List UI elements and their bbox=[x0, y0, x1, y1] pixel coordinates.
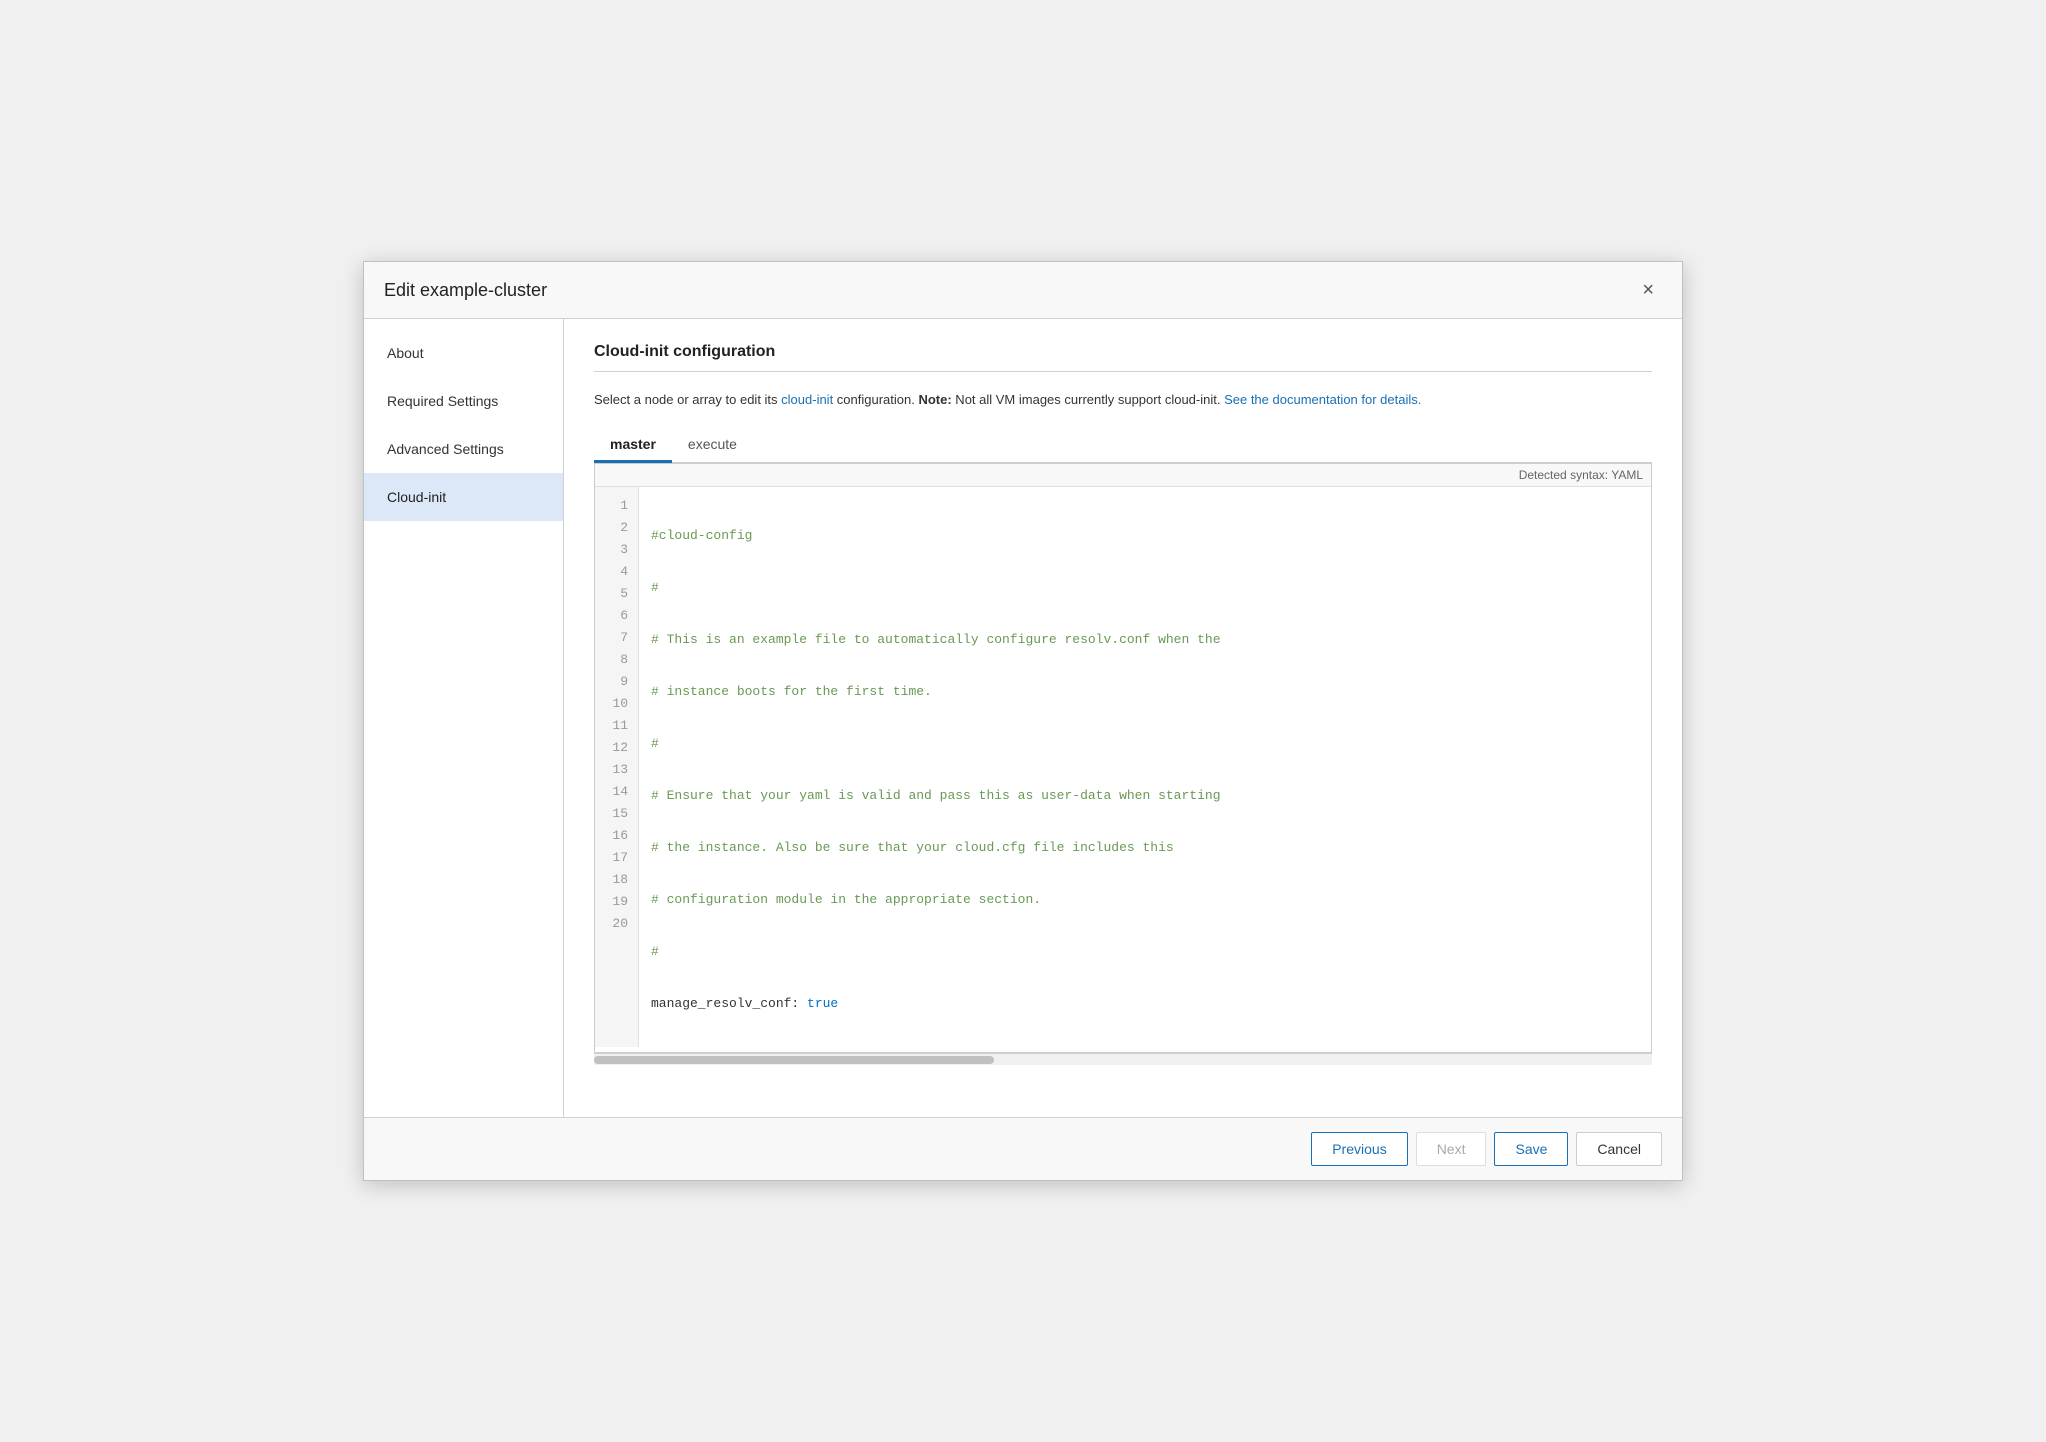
sidebar-item-advanced-settings[interactable]: Advanced Settings bbox=[364, 425, 563, 473]
cloud-init-link[interactable]: cloud-init bbox=[781, 392, 833, 407]
sidebar: About Required Settings Advanced Setting… bbox=[364, 319, 564, 1117]
section-title: Cloud-init configuration bbox=[594, 343, 1652, 361]
section-divider bbox=[594, 371, 1652, 372]
tab-execute[interactable]: execute bbox=[672, 428, 753, 463]
tabs: master execute bbox=[594, 428, 1652, 463]
code-editor[interactable]: Detected syntax: YAML 1 2 3 4 5 6 7 8 9 … bbox=[594, 463, 1652, 1053]
scrollbar-thumb[interactable] bbox=[594, 1056, 994, 1064]
dialog-footer: Previous Next Save Cancel bbox=[364, 1117, 1682, 1180]
code-line-10: manage_resolv_conf: true bbox=[651, 993, 1639, 1015]
code-line-9: # bbox=[651, 941, 1639, 963]
save-button[interactable]: Save bbox=[1494, 1132, 1568, 1166]
section-description: Select a node or array to edit its cloud… bbox=[594, 390, 1652, 410]
next-button[interactable]: Next bbox=[1416, 1132, 1487, 1166]
code-area[interactable]: 1 2 3 4 5 6 7 8 9 10 11 12 13 14 bbox=[595, 487, 1651, 1047]
edit-cluster-dialog: Edit example-cluster × About Required Se… bbox=[363, 261, 1683, 1181]
sidebar-item-required-settings[interactable]: Required Settings bbox=[364, 377, 563, 425]
code-line-4: # instance boots for the first time. bbox=[651, 681, 1639, 703]
line-numbers: 1 2 3 4 5 6 7 8 9 10 11 12 13 14 bbox=[595, 487, 639, 1047]
dialog-body: About Required Settings Advanced Setting… bbox=[364, 319, 1682, 1117]
dialog-title: Edit example-cluster bbox=[384, 280, 547, 301]
sidebar-item-cloud-init[interactable]: Cloud-init bbox=[364, 473, 563, 521]
code-line-3: # This is an example file to automatical… bbox=[651, 629, 1639, 651]
code-line-8: # configuration module in the appropriat… bbox=[651, 889, 1639, 911]
code-line-7: # the instance. Also be sure that your c… bbox=[651, 837, 1639, 859]
previous-button[interactable]: Previous bbox=[1311, 1132, 1407, 1166]
code-line-1: #cloud-config bbox=[651, 525, 1639, 547]
code-line-11 bbox=[651, 1045, 1639, 1047]
code-content[interactable]: #cloud-config # # This is an example fil… bbox=[639, 487, 1651, 1047]
sidebar-item-about[interactable]: About bbox=[364, 329, 563, 377]
main-content: Cloud-init configuration Select a node o… bbox=[564, 319, 1682, 1117]
syntax-label: Detected syntax: YAML bbox=[595, 464, 1651, 487]
horizontal-scrollbar[interactable] bbox=[594, 1053, 1652, 1065]
close-button[interactable]: × bbox=[1634, 276, 1662, 304]
documentation-link[interactable]: See the documentation for details. bbox=[1224, 392, 1421, 407]
cancel-button[interactable]: Cancel bbox=[1576, 1132, 1662, 1166]
code-line-5: # bbox=[651, 733, 1639, 755]
dialog-titlebar: Edit example-cluster × bbox=[364, 262, 1682, 319]
code-line-2: # bbox=[651, 577, 1639, 599]
code-line-6: # Ensure that your yaml is valid and pas… bbox=[651, 785, 1639, 807]
tab-master[interactable]: master bbox=[594, 428, 672, 463]
